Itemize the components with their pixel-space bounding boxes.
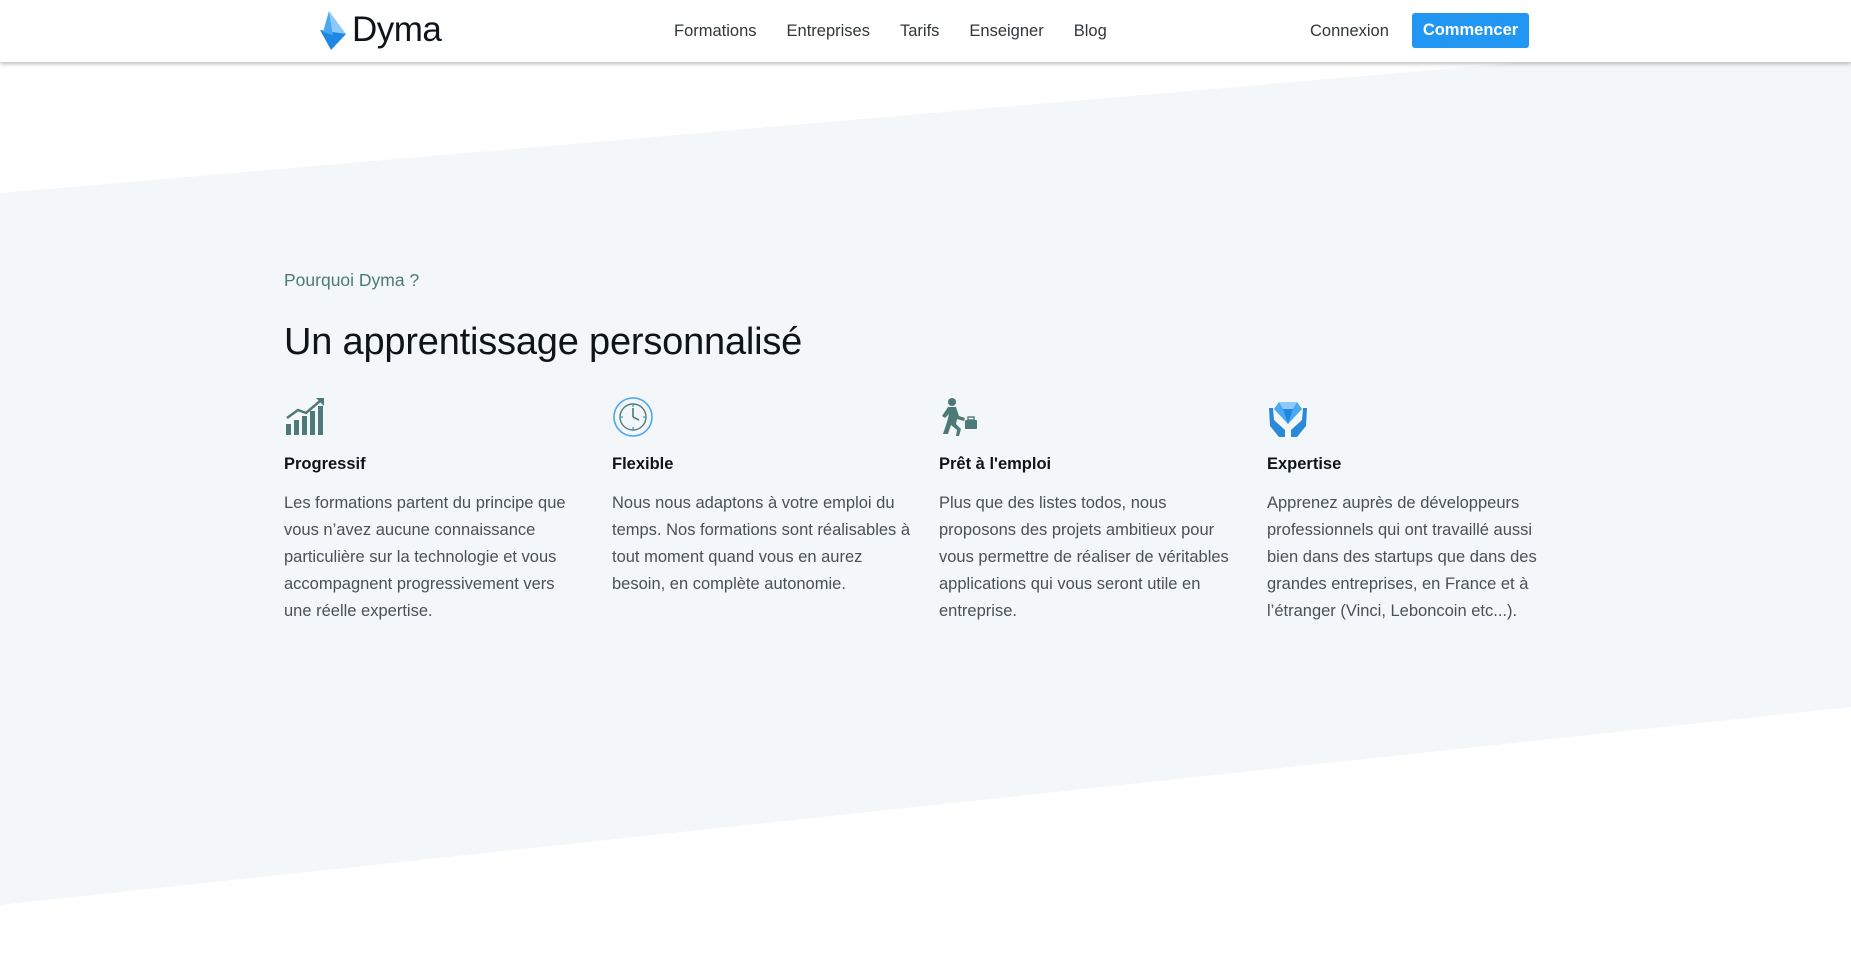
feature-card: Progressif Les formations partent du pri… bbox=[284, 396, 584, 625]
feature-card: Flexible Nous nous adaptons à votre empl… bbox=[612, 396, 912, 598]
logo[interactable]: Dyma bbox=[318, 8, 442, 52]
logo-text: Dyma bbox=[352, 10, 442, 49]
feature-description: Nous nous adaptons à votre emploi du tem… bbox=[612, 494, 911, 593]
feature-title: Flexible bbox=[612, 455, 674, 473]
main-nav: Formations Entreprises Tarifs Enseigner … bbox=[674, 0, 1107, 62]
nav-link-tarifs[interactable]: Tarifs bbox=[900, 22, 939, 41]
growth-chart-icon bbox=[286, 398, 324, 435]
dyma-bird-logo-icon bbox=[320, 11, 346, 50]
feature-description: Plus que des listes todos, nous proposon… bbox=[939, 494, 1229, 620]
diamond-hands-icon bbox=[1269, 402, 1307, 437]
nav-link-blog[interactable]: Blog bbox=[1074, 22, 1107, 41]
section-heading: Un apprentissage personnalisé bbox=[284, 321, 803, 363]
running-worker-icon bbox=[942, 398, 977, 436]
feature-card: Expertise Apprenez auprès de développeur… bbox=[1267, 396, 1567, 625]
feature-title: Prêt à l'emploi bbox=[939, 455, 1052, 473]
nav-link-entreprises[interactable]: Entreprises bbox=[787, 22, 870, 41]
start-button[interactable]: Commencer bbox=[1412, 13, 1529, 48]
why-dyma-section: Pourquoi Dyma ? Un apprentissage personn… bbox=[0, 0, 1851, 959]
feature-title: Progressif bbox=[284, 455, 366, 473]
features-grid: Progressif Les formations partent du pri… bbox=[284, 396, 1574, 656]
top-navbar: Dyma Formations Entreprises Tarifs Ensei… bbox=[0, 0, 1851, 62]
nav-link-formations[interactable]: Formations bbox=[674, 22, 757, 41]
feature-card: Prêt à l'emploi Plus que des listes todo… bbox=[939, 396, 1239, 625]
login-link[interactable]: Connexion bbox=[1310, 0, 1389, 62]
feature-title: Expertise bbox=[1267, 455, 1342, 473]
clock-icon bbox=[613, 397, 653, 437]
feature-description: Les formations partent du principe que v… bbox=[284, 494, 566, 620]
feature-description: Apprenez auprès de développeurs professi… bbox=[1267, 494, 1537, 620]
section-eyebrow: Pourquoi Dyma ? bbox=[284, 270, 420, 290]
nav-link-enseigner[interactable]: Enseigner bbox=[969, 22, 1043, 41]
